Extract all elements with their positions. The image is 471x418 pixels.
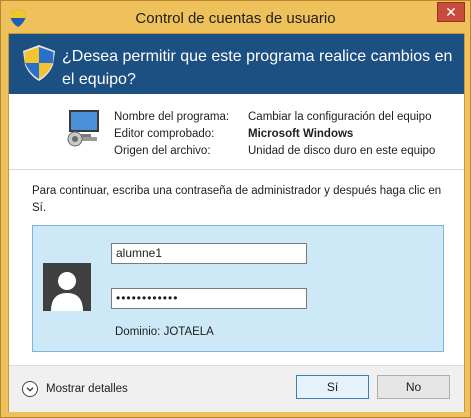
chevron-down-icon[interactable] xyxy=(22,381,38,397)
uac-window: Control de cuentas de usuario ✕ ¿Desea p… xyxy=(0,0,471,418)
publisher-value: Microsoft Windows xyxy=(248,128,354,140)
dialog-footer: Mostrar detalles Sí No xyxy=(9,365,464,412)
password-prompt: Para continuar, escriba una contraseña d… xyxy=(32,185,442,214)
computer-settings-icon xyxy=(67,110,99,147)
file-origin-label: Origen del archivo: xyxy=(114,145,211,157)
dialog-body: ¿Desea permitir que este programa realic… xyxy=(8,33,465,412)
password-field[interactable]: •••••••••••• xyxy=(111,288,307,309)
program-info: Nombre del programa: Cambiar la configur… xyxy=(9,94,464,174)
divider xyxy=(9,169,464,170)
title-bar[interactable]: Control de cuentas de usuario ✕ xyxy=(1,1,470,33)
yes-button[interactable]: Sí xyxy=(296,375,369,399)
dialog-header: ¿Desea permitir que este programa realic… xyxy=(9,34,464,94)
publisher-label: Editor comprobado: xyxy=(114,128,215,140)
program-name-value: Cambiar la configuración del equipo xyxy=(248,111,432,123)
close-button[interactable]: ✕ xyxy=(437,2,465,22)
credential-tile[interactable]: alumne1 •••••••••••• Dominio: JOTAELA xyxy=(32,225,444,352)
domain-label: Dominio: JOTAELA xyxy=(115,326,214,338)
uac-shield-icon xyxy=(23,45,55,81)
user-avatar-icon xyxy=(43,263,91,311)
consent-question: ¿Desea permitir que este programa realic… xyxy=(62,48,453,88)
username-field[interactable]: alumne1 xyxy=(111,243,307,264)
show-details-link[interactable]: Mostrar detalles xyxy=(46,383,128,395)
no-button[interactable]: No xyxy=(377,375,450,399)
window-title: Control de cuentas de usuario xyxy=(135,10,336,27)
program-name-label: Nombre del programa: xyxy=(114,111,230,123)
file-origin-value: Unidad de disco duro en este equipo xyxy=(248,145,436,157)
